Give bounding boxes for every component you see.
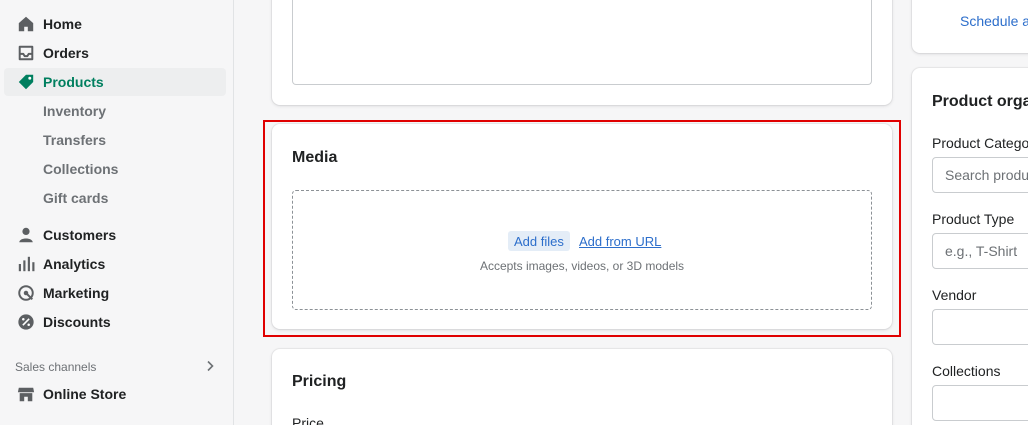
product-category-label: Product Catego	[932, 135, 1028, 151]
nav-analytics[interactable]: Analytics	[4, 250, 226, 278]
add-from-url-link[interactable]: Add from URL	[579, 231, 661, 251]
nav-customers-label: Customers	[43, 227, 117, 243]
nav-products[interactable]: Products	[4, 68, 226, 96]
product-organization-title: Product organ	[932, 93, 1028, 110]
nav-collections[interactable]: Collections	[43, 158, 118, 180]
status-card: Schedule av	[912, 0, 1028, 53]
nav-home-label: Home	[43, 16, 82, 32]
sales-channels-header[interactable]: Sales channels	[15, 358, 215, 376]
description-card	[272, 0, 892, 105]
product-organization-card: Product organ Product Catego Product Typ…	[912, 68, 1028, 425]
nav-analytics-label: Analytics	[43, 256, 106, 272]
nav-gift-cards[interactable]: Gift cards	[43, 187, 108, 209]
price-label: Price	[292, 415, 324, 425]
product-category-input[interactable]	[932, 157, 1028, 193]
sales-channels-label: Sales channels	[15, 360, 97, 374]
nav-online-store[interactable]: Online Store	[4, 380, 226, 408]
product-type-input[interactable]	[932, 233, 1028, 269]
collections-input[interactable]	[932, 385, 1028, 421]
vendor-label: Vendor	[932, 287, 977, 303]
inbox-icon	[16, 43, 36, 63]
add-files-button[interactable]: Add files	[508, 231, 570, 251]
nav-marketing[interactable]: Marketing	[4, 279, 226, 307]
nav-inventory[interactable]: Inventory	[43, 100, 106, 122]
media-dropzone[interactable]: Add files Add from URL Accepts images, v…	[292, 190, 872, 310]
discount-icon	[16, 312, 36, 332]
accepted-types-hint: Accepts images, videos, or 3D models	[479, 259, 685, 273]
tag-icon	[16, 72, 36, 92]
schedule-availability-link[interactable]: Schedule av	[960, 13, 1028, 29]
product-type-label: Product Type	[932, 211, 1015, 227]
media-card: Media Add files Add from URL Accepts ima…	[272, 124, 892, 329]
nav-online-store-label: Online Store	[43, 386, 127, 402]
description-editor[interactable]	[292, 0, 872, 85]
nav-marketing-label: Marketing	[43, 285, 110, 301]
vendor-input[interactable]	[932, 309, 1028, 345]
media-title: Media	[292, 149, 338, 166]
pricing-card: Pricing Price	[272, 349, 892, 425]
nav-orders-label: Orders	[43, 45, 89, 61]
pricing-title: Pricing	[292, 373, 347, 390]
nav-products-label: Products	[43, 74, 104, 90]
nav-discounts-label: Discounts	[43, 314, 111, 330]
sidebar-nav: Home Orders Products Inventory Transfers…	[0, 0, 234, 425]
collections-label: Collections	[932, 363, 1001, 379]
home-icon	[16, 14, 36, 34]
nav-orders[interactable]: Orders	[4, 39, 226, 67]
store-icon	[16, 384, 36, 404]
chevron-right-icon	[205, 360, 215, 375]
nav-discounts[interactable]: Discounts	[4, 308, 226, 336]
nav-home[interactable]: Home	[4, 10, 226, 38]
person-icon	[16, 225, 36, 245]
nav-transfers[interactable]: Transfers	[43, 129, 106, 151]
nav-customers[interactable]: Customers	[4, 221, 226, 249]
target-icon	[16, 283, 36, 303]
bar-chart-icon	[16, 254, 36, 274]
